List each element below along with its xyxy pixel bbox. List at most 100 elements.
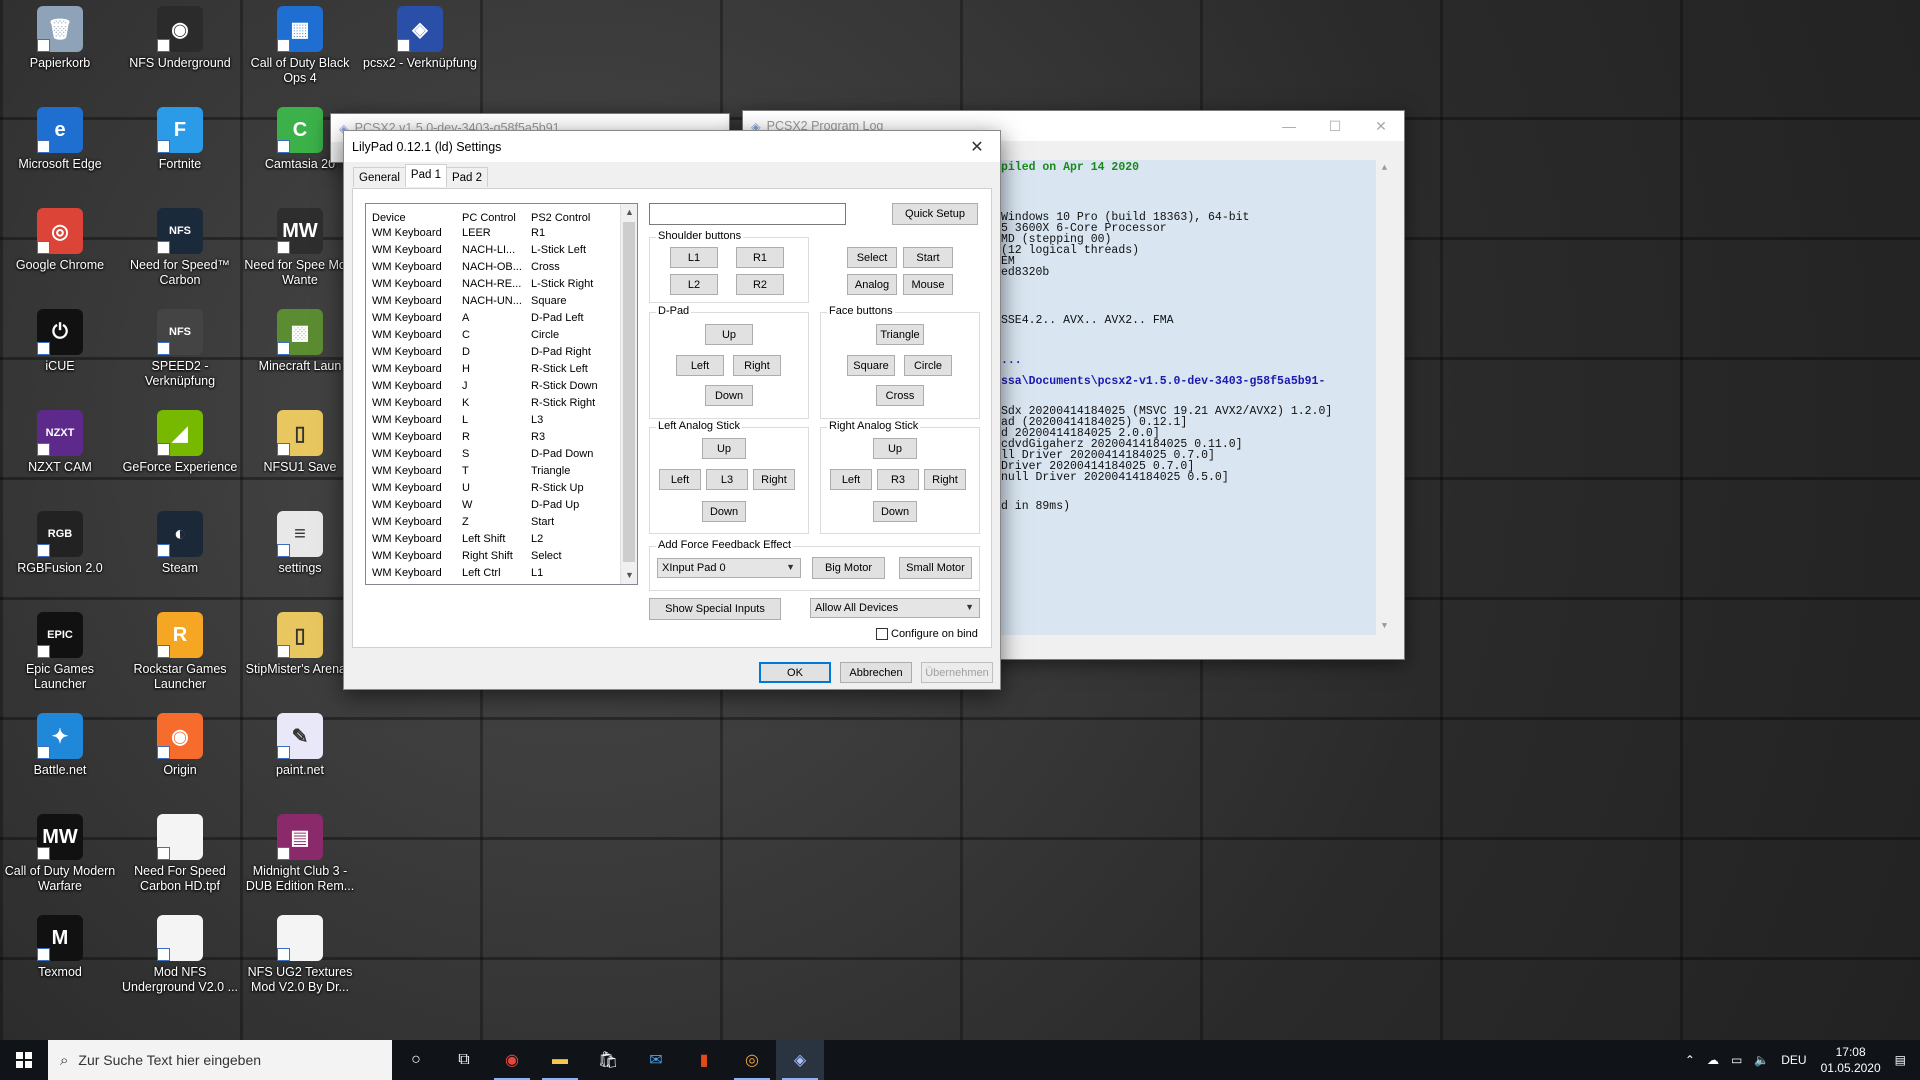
desktop-icon[interactable]: NZXT NZXT CAM [0, 404, 120, 504]
desktop-icon[interactable]: e Microsoft Edge [0, 101, 120, 201]
scroll-thumb[interactable] [623, 222, 635, 562]
list-item[interactable]: WM Keyboard K R-Stick Right [366, 395, 621, 412]
mail-icon[interactable]: ✉ [632, 1040, 680, 1080]
minimize-icon[interactable]: — [1266, 111, 1312, 141]
list-item[interactable]: WM Keyboard U R-Stick Up [366, 480, 621, 497]
list-item[interactable]: WM Keyboard T Triangle [366, 463, 621, 480]
analog-button[interactable]: Analog [847, 274, 897, 295]
lilypad-settings-dialog[interactable]: LilyPad 0.12.1 (ld) Settings ✕ General P… [343, 130, 1001, 690]
media-player-icon[interactable]: ◎ [728, 1040, 776, 1080]
desktop-icon[interactable]: R Rockstar Games Launcher [120, 606, 240, 706]
list-item[interactable]: WM Keyboard R R3 [366, 429, 621, 446]
desktop-icon[interactable]: ▯ StipMister's ArenaP [240, 606, 360, 706]
scroll-down-icon[interactable]: ▼ [1376, 621, 1393, 632]
column-header-device[interactable]: Device [372, 212, 406, 224]
language-indicator[interactable]: DEU [1781, 1053, 1806, 1067]
binding-text-field[interactable] [649, 203, 846, 225]
right-stick-up-button[interactable]: Up [873, 438, 917, 459]
list-item[interactable]: WM Keyboard NACH-OB... Cross [366, 259, 621, 276]
list-item[interactable]: WM Keyboard NACH-UN... Square [366, 293, 621, 310]
list-item[interactable]: WM Keyboard W D-Pad Up [366, 497, 621, 514]
dpad-up-button[interactable]: Up [705, 324, 753, 345]
cancel-button[interactable]: Abbrechen [840, 662, 912, 683]
force-feedback-device-select[interactable]: XInput Pad 0 ▼ [657, 558, 801, 578]
cloud-icon[interactable]: ☁ [1707, 1053, 1719, 1067]
file-explorer-icon[interactable]: ▬ [536, 1040, 584, 1080]
desktop-icon[interactable]: ≡ settings [240, 505, 360, 605]
r2-button[interactable]: R2 [736, 274, 784, 295]
notifications-icon[interactable]: ▤ [1895, 1053, 1906, 1067]
desktop-icon[interactable]: ◈ pcsx2 - Verknüpfung [360, 0, 480, 100]
desktop-icon[interactable]: NFS UG2 Textures Mod V2.0 By Dr... [240, 909, 360, 1009]
desktop-icon[interactable]: MW Call of Duty Modern Warfare [0, 808, 120, 908]
network-icon[interactable]: ▭ [1731, 1053, 1742, 1067]
list-item[interactable]: WM Keyboard LEER R1 [366, 225, 621, 242]
close-icon[interactable]: ✕ [1358, 111, 1404, 141]
quick-setup-button[interactable]: Quick Setup [892, 203, 978, 225]
desktop-icon[interactable]: F Fortnite [120, 101, 240, 201]
left-stick-up-button[interactable]: Up [702, 438, 746, 459]
dialog-titlebar[interactable]: LilyPad 0.12.1 (ld) Settings ✕ [344, 131, 1000, 162]
volume-icon[interactable]: 🔈 [1754, 1053, 1769, 1067]
left-stick-down-button[interactable]: Down [702, 501, 746, 522]
right-stick-down-button[interactable]: Down [873, 501, 917, 522]
chevron-up-icon[interactable]: ⌃ [1685, 1053, 1695, 1067]
list-item[interactable]: WM Keyboard L L3 [366, 412, 621, 429]
list-item[interactable]: WM Keyboard S D-Pad Down [366, 446, 621, 463]
scroll-up-icon[interactable]: ▲ [621, 204, 637, 221]
list-item[interactable]: WM Keyboard C Circle [366, 327, 621, 344]
allow-devices-select[interactable]: Allow All Devices ▼ [810, 598, 980, 618]
l1-button[interactable]: L1 [670, 247, 718, 268]
taskbar-search-box[interactable]: ⌕ Zur Suche Text hier eingeben [48, 1040, 392, 1080]
list-item[interactable]: WM Keyboard Z Start [366, 514, 621, 531]
circle-button[interactable]: Circle [904, 355, 952, 376]
desktop-icon[interactable]: EPIC Epic Games Launcher [0, 606, 120, 706]
list-item[interactable]: WM Keyboard NACH-LI... L-Stick Left [366, 242, 621, 259]
configure-on-bind-checkbox[interactable] [876, 628, 888, 640]
desktop-icon[interactable]: 🗑 Papierkorb [0, 0, 120, 100]
list-item[interactable]: WM Keyboard Right Shift Select [366, 548, 621, 565]
square-button[interactable]: Square [847, 355, 895, 376]
r1-button[interactable]: R1 [736, 247, 784, 268]
dpad-right-button[interactable]: Right [733, 355, 781, 376]
maximize-icon[interactable]: ☐ [1312, 111, 1358, 141]
list-item[interactable]: WM Keyboard D D-Pad Right [366, 344, 621, 361]
desktop-icon[interactable]: ▤ Midnight Club 3 - DUB Edition Rem... [240, 808, 360, 908]
tab-general[interactable]: General [353, 167, 406, 187]
triangle-button[interactable]: Triangle [876, 324, 924, 345]
pcsx2-taskbar-icon[interactable]: ◈ [776, 1040, 824, 1080]
l2-button[interactable]: L2 [670, 274, 718, 295]
desktop-icon[interactable]: Need For Speed Carbon HD.tpf [120, 808, 240, 908]
desktop-icon[interactable]: ◉ NFS Underground [120, 0, 240, 100]
column-header-ps2-control[interactable]: PS2 Control [531, 212, 590, 224]
mouse-button[interactable]: Mouse [903, 274, 953, 295]
desktop-icon[interactable]: ◢ GeForce Experience [120, 404, 240, 504]
big-motor-button[interactable]: Big Motor [812, 557, 885, 579]
list-item[interactable]: WM Keyboard NACH-RE... L-Stick Right [366, 276, 621, 293]
clock[interactable]: 17:08 01.05.2020 [1821, 1044, 1881, 1076]
store-icon[interactable]: 🛍 [584, 1040, 632, 1080]
tab-pad-1[interactable]: Pad 1 [404, 164, 447, 187]
task-view-icon[interactable]: ⧉ [440, 1040, 488, 1080]
desktop-icon[interactable]: ▦ Call of Duty Black Ops 4 [240, 0, 360, 100]
office-icon[interactable]: ▮ [680, 1040, 728, 1080]
left-stick-right-button[interactable]: Right [753, 469, 795, 490]
r3-button[interactable]: R3 [877, 469, 919, 490]
close-icon[interactable]: ✕ [954, 131, 1000, 162]
desktop-icon[interactable]: NFS SPEED2 - Verknüpfung [120, 303, 240, 403]
scroll-down-icon[interactable]: ▼ [621, 567, 637, 584]
list-item[interactable]: WM Keyboard Left Ctrl L1 [366, 565, 621, 582]
desktop-icon[interactable]: ⏻ iCUE [0, 303, 120, 403]
desktop-icon[interactable]: ✦ Battle.net [0, 707, 120, 807]
desktop-icon[interactable]: ◎ Google Chrome [0, 202, 120, 302]
cross-button[interactable]: Cross [876, 385, 924, 406]
select-button[interactable]: Select [847, 247, 897, 268]
left-stick-left-button[interactable]: Left [659, 469, 701, 490]
desktop-icon[interactable]: RGB RGBFusion 2.0 [0, 505, 120, 605]
ok-button[interactable]: OK [759, 662, 831, 683]
list-item[interactable]: WM Keyboard H R-Stick Left [366, 361, 621, 378]
configure-on-bind-label[interactable]: Configure on bind [891, 628, 978, 640]
tab-pad-2[interactable]: Pad 2 [445, 167, 489, 187]
list-item[interactable]: WM Keyboard Left Shift L2 [366, 531, 621, 548]
right-stick-right-button[interactable]: Right [924, 469, 966, 490]
